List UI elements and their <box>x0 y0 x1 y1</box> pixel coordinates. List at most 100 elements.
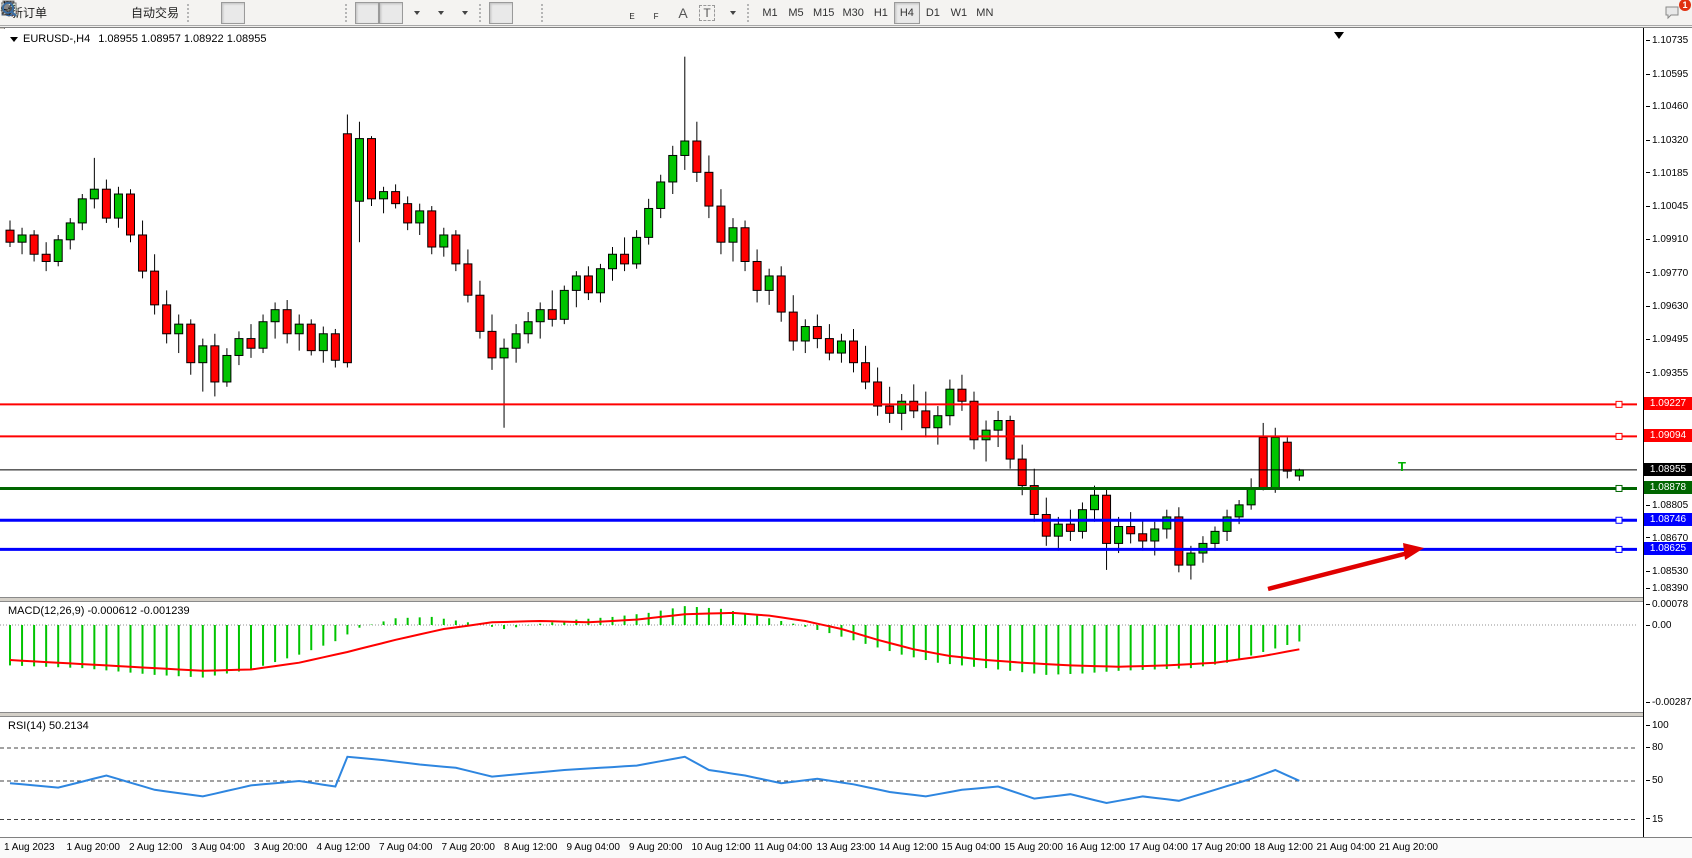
candle-body <box>283 310 291 334</box>
date-label: 8 Aug 12:00 <box>504 842 557 853</box>
price-tick: 1.10735 <box>1646 35 1688 46</box>
horizontal-line-tool-button[interactable] <box>575 2 599 24</box>
candle-body <box>633 237 641 264</box>
candle-body <box>1127 527 1135 534</box>
trendline-tool-button[interactable] <box>599 2 623 24</box>
timeframe-m30-button[interactable]: M30 <box>838 2 867 24</box>
timeframe-m5-button[interactable]: M5 <box>783 2 809 24</box>
chart-shift-button[interactable] <box>379 2 403 24</box>
signal-button[interactable] <box>99 2 123 24</box>
candle-body <box>440 235 448 247</box>
text-label-tool-button[interactable]: T <box>695 2 719 24</box>
price-tick: 1.09770 <box>1646 268 1688 279</box>
fibonacci-tool-button[interactable]: F <box>647 2 671 24</box>
candle-body <box>66 223 74 240</box>
cursor-button[interactable] <box>489 2 513 24</box>
auto-scroll-button[interactable] <box>355 2 379 24</box>
arrows-dropdown-button[interactable] <box>719 2 743 24</box>
candle-body <box>271 310 279 322</box>
auto-trading-label: 自动交易 <box>131 4 179 21</box>
candle-body <box>259 322 267 349</box>
candle-body <box>1018 459 1026 486</box>
scroll-marker-icon <box>1334 32 1344 39</box>
chart-title: EURUSD-,H4 1.08955 1.08957 1.08922 1.089… <box>10 33 266 45</box>
candle-body <box>151 271 159 305</box>
text-tool-button[interactable]: A <box>671 2 695 24</box>
profile-button[interactable] <box>75 2 99 24</box>
date-label: 4 Aug 12:00 <box>317 842 370 853</box>
symbol-collapse-icon[interactable] <box>10 37 18 46</box>
timeframe-mn-button[interactable]: MN <box>972 2 998 24</box>
vertical-line-tool-button[interactable] <box>551 2 575 24</box>
label-tool-icon: T <box>699 5 714 21</box>
main-chart-pane[interactable]: T EURUSD-,H4 1.08955 1.08957 1.08922 1.0… <box>0 29 1692 597</box>
date-label: 9 Aug 04:00 <box>567 842 620 853</box>
line-handle[interactable] <box>1616 401 1622 407</box>
timeframe-d1-button[interactable]: D1 <box>920 2 946 24</box>
dropdown-caret-icon <box>438 11 444 18</box>
date-label: 1 Aug 20:00 <box>67 842 120 853</box>
candle-body <box>42 254 50 261</box>
bar-chart-button[interactable] <box>197 2 221 24</box>
candle-body <box>464 264 472 295</box>
layers-button[interactable] <box>51 2 75 24</box>
timeframe-h1-button[interactable]: H1 <box>868 2 894 24</box>
line-handle[interactable] <box>1616 517 1622 523</box>
candle-body <box>247 339 255 349</box>
trade-marker-icon: T <box>1398 459 1406 474</box>
timeframe-w1-button[interactable]: W1 <box>946 2 972 24</box>
line-handle[interactable] <box>1616 546 1622 552</box>
candle-body <box>717 206 725 242</box>
candle-body <box>548 310 556 320</box>
candle-body <box>368 139 376 199</box>
candle-body <box>90 189 98 199</box>
zoom-in-button[interactable] <box>269 2 293 24</box>
timeframe-m15-button[interactable]: M15 <box>809 2 838 24</box>
candlestick-chart[interactable]: T <box>0 29 1643 597</box>
arrow-annotation[interactable] <box>1268 553 1408 589</box>
candle-body <box>18 235 26 242</box>
arrow-annotation-head <box>1403 543 1424 560</box>
chart-title-ohlc: 1.08955 1.08957 1.08922 1.08955 <box>98 33 266 45</box>
candle-body <box>681 141 689 155</box>
timeframe-h4-button[interactable]: H4 <box>894 2 920 24</box>
candle-body <box>825 339 833 353</box>
date-label: 9 Aug 20:00 <box>629 842 682 853</box>
candlestick-chart-button[interactable] <box>221 2 245 24</box>
auto-trading-button[interactable]: 自动交易 <box>123 2 183 24</box>
line-handle[interactable] <box>1616 485 1622 491</box>
search-button[interactable] <box>1638 2 1662 24</box>
candle-body <box>6 230 14 242</box>
notifications-button[interactable]: 1 <box>1662 2 1686 24</box>
candle-body <box>1295 470 1303 476</box>
candle-body <box>596 269 604 293</box>
periods-dropdown-button[interactable] <box>427 2 451 24</box>
equidistant-channel-tool-button[interactable]: E <box>623 2 647 24</box>
candle-body <box>621 254 629 264</box>
candle-body <box>536 310 544 322</box>
date-axis[interactable]: 1 Aug 20231 Aug 20:002 Aug 12:003 Aug 04… <box>0 837 1692 858</box>
templates-dropdown-button[interactable] <box>451 2 475 24</box>
rsi-pane[interactable]: RSI(14) 50.2134 <box>0 717 1692 837</box>
candle-body <box>114 194 122 218</box>
rsi-chart[interactable] <box>0 717 1643 837</box>
crosshair-button[interactable] <box>513 2 537 24</box>
candle-body <box>139 235 147 271</box>
zoom-out-button[interactable] <box>293 2 317 24</box>
price-tick: 1.10460 <box>1646 101 1688 112</box>
timeframe-m1-button[interactable]: M1 <box>757 2 783 24</box>
price-line-tag: 1.08746 <box>1644 513 1692 526</box>
macd-pane[interactable]: MACD(12,26,9) -0.000612 -0.001239 <box>0 602 1692 712</box>
macd-chart[interactable] <box>0 602 1643 712</box>
line-chart-button[interactable] <box>245 2 269 24</box>
toolbar-gripper <box>479 4 485 22</box>
line-handle[interactable] <box>1616 433 1622 439</box>
price-tick: 1.08530 <box>1646 566 1688 577</box>
notification-badge: 1 <box>1679 0 1691 11</box>
candle-body <box>705 172 713 206</box>
date-label: 7 Aug 20:00 <box>442 842 495 853</box>
tile-windows-button[interactable] <box>317 2 341 24</box>
indicators-dropdown-button[interactable] <box>403 2 427 24</box>
candle-body <box>416 211 424 223</box>
price-tick: 100 <box>1646 720 1669 731</box>
